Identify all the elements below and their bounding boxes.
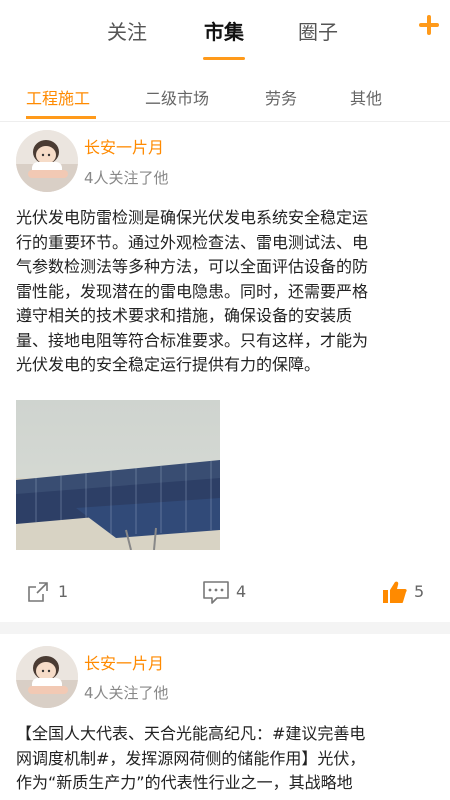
- follower-count: 4人关注了他: [84, 684, 169, 702]
- tab-circle[interactable]: 圈子: [298, 16, 338, 45]
- avatar[interactable]: [16, 646, 78, 708]
- comment-count: 4: [236, 582, 247, 601]
- subtab-labor[interactable]: 劳务: [265, 85, 297, 109]
- avatar-image: [16, 130, 78, 192]
- post-text-line: 【全国人大代表、天合光能高纪凡：#建议完善电: [16, 724, 366, 743]
- top-nav: 关注 市集 圈子: [0, 0, 450, 64]
- post-card: 长安一片月 4人关注了他 光伏发电防雷检测是确保光伏发电系统安全稳定运 行的重要…: [0, 122, 450, 622]
- solar-panel-photo: [16, 400, 220, 550]
- tab-market[interactable]: 市集: [204, 16, 244, 45]
- tab-follow[interactable]: 关注: [107, 16, 147, 45]
- follower-count: 4人关注了他: [84, 169, 169, 187]
- post-text-line: 光伏发电防雷检测是确保光伏发电系统安全稳定运: [16, 208, 369, 227]
- share-button[interactable]: [26, 580, 50, 604]
- post-text-line: 作为“新质生产力”的代表性行业之一，其战略地: [16, 773, 353, 792]
- username[interactable]: 长安一片月: [84, 134, 164, 158]
- post-photo[interactable]: [16, 400, 220, 550]
- post-text-line: 量、接地电阻等符合标准要求。只有这样，才能为: [16, 330, 369, 350]
- post-text-line: 遵守相关的技术要求和措施，确保设备的安装质: [16, 306, 353, 325]
- subtab-other[interactable]: 其他: [350, 85, 382, 109]
- post-actions: 1 4 5: [0, 570, 450, 614]
- share-icon: [28, 582, 48, 602]
- post-card: 长安一片月 4人关注了他 【全国人大代表、天合光能高纪凡：#建议完善电 网调度机…: [0, 634, 450, 800]
- subtab-secondary-market[interactable]: 二级市场: [145, 85, 209, 109]
- share-count: 1: [58, 582, 69, 601]
- post-text-line: 网调度机制#，发挥源网荷侧的储能作用】光伏，: [16, 748, 366, 768]
- post-text[interactable]: 光伏发电防雷检测是确保光伏发电系统安全稳定运 行的重要环节。通过外观检查法、雷电…: [16, 206, 436, 378]
- post-text-line: 雷性能，发现潜在的雷电隐患。同时，还需要严格: [16, 281, 369, 301]
- post-text-line: 光伏发电的安全稳定运行提供有力的保障。: [16, 355, 321, 374]
- comment-button[interactable]: [202, 580, 230, 606]
- comment-icon: [203, 581, 229, 604]
- like-count: 5: [414, 582, 425, 601]
- post-text-line: 行的重要环节。通过外观检查法、雷电测试法、电: [16, 232, 369, 252]
- active-tab-indicator: [203, 57, 245, 60]
- active-subtab-indicator: [26, 116, 96, 119]
- avatar-image: [16, 646, 78, 708]
- subtab-engineering[interactable]: 工程施工: [26, 85, 90, 109]
- avatar[interactable]: [16, 130, 78, 192]
- post-text[interactable]: 【全国人大代表、天合光能高纪凡：#建议完善电 网调度机制#，发挥源网荷侧的储能作…: [16, 722, 436, 796]
- like-button[interactable]: [382, 580, 408, 604]
- post-text-line: 气参数检测法等多种方法，可以全面评估设备的防: [16, 257, 369, 276]
- username[interactable]: 长安一片月: [84, 650, 164, 674]
- thumbs-up-icon: [383, 581, 407, 603]
- plus-icon[interactable]: [414, 10, 444, 40]
- sub-nav: 工程施工 二级市场 劳务 其他: [0, 64, 450, 122]
